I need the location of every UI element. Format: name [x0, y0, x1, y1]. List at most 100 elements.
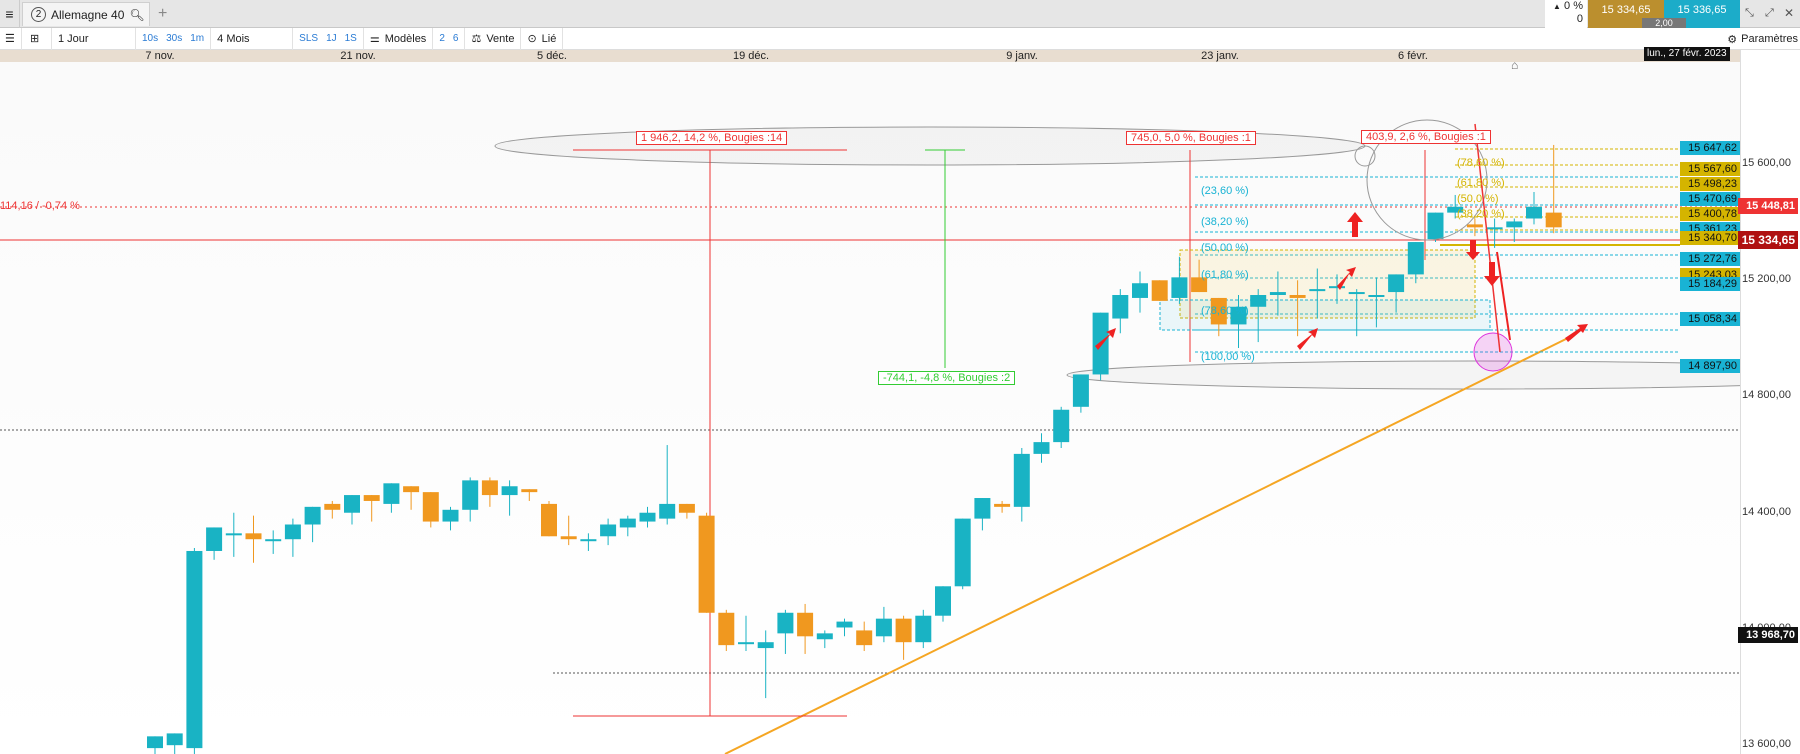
- highlight-circle: [1473, 332, 1513, 372]
- candle-body: [954, 518, 971, 587]
- popout-icon[interactable]: ⤢: [1765, 7, 1774, 20]
- candle: [954, 518, 971, 590]
- price-tick: 15 600,00: [1742, 157, 1791, 169]
- fib-label: (38,20 %): [1201, 216, 1249, 228]
- price-axis[interactable]: ⌂: [1511, 50, 1800, 754]
- chart-tab[interactable]: 2 Allemagne 40 🔍︎: [22, 2, 150, 26]
- candle: [186, 548, 203, 754]
- fib-label: (50,00 %): [1201, 242, 1249, 254]
- period-select[interactable]: 1 Jour: [52, 27, 136, 50]
- candle-body: [1250, 295, 1267, 307]
- change-box: ▲ 0 % 0: [1545, 0, 1587, 28]
- candle-body: [324, 503, 341, 510]
- layout-icon-button[interactable]: ⊞: [22, 27, 52, 50]
- date-label: 19 déc.: [732, 50, 770, 62]
- home-icon[interactable]: ⌂: [1511, 58, 1518, 72]
- measure-label[interactable]: -744,1, -4,8 %, Bougies :2: [878, 371, 1016, 385]
- level-price-tag: 15 400,78: [1680, 207, 1740, 221]
- fib-label: (100,00 %): [1201, 351, 1255, 363]
- date-label: 5 déc.: [537, 50, 567, 62]
- fib-label: (50,0 %): [1457, 193, 1499, 205]
- level-price-tag: 15 647,62: [1680, 141, 1740, 155]
- quick-sls[interactable]: SLS: [295, 33, 322, 44]
- linked-button[interactable]: ⊙ Lié: [521, 27, 564, 50]
- close-icon[interactable]: ✕: [1784, 6, 1794, 20]
- date-label: 7 nov.: [145, 50, 175, 62]
- num-group: 2 6: [433, 27, 466, 50]
- candle-body: [1112, 295, 1129, 319]
- measure-label[interactable]: 403,9, 2,6 %, Bougies :1: [1361, 130, 1491, 144]
- minimize-icon[interactable]: ⤡: [1745, 7, 1754, 20]
- interval-10s[interactable]: 10s: [138, 33, 162, 44]
- candle-body: [1151, 280, 1168, 301]
- price-tick: 15 200,00: [1742, 273, 1791, 285]
- fib-label: (61,80 %): [1457, 177, 1505, 189]
- layout-icon: ⊞: [30, 33, 40, 45]
- alert-line-label: 114,16 / -0,74 %: [0, 200, 80, 212]
- quick-1s[interactable]: 1S: [341, 33, 361, 44]
- tab-title: Allemagne 40: [51, 7, 125, 22]
- tab-number: 2: [31, 7, 46, 22]
- date-label: 9 janv.: [1006, 50, 1038, 62]
- interval-group: 10s 30s 1m: [136, 27, 212, 50]
- date-label: 23 janv.: [1201, 50, 1239, 62]
- candle-body: [1309, 289, 1326, 292]
- candle-body: [738, 642, 754, 645]
- candle-body: [1033, 442, 1050, 454]
- candle-body: [481, 480, 498, 496]
- range-select[interactable]: 4 Mois: [211, 27, 294, 50]
- sell-tool-button[interactable]: ⚖ Vente: [465, 27, 522, 50]
- price-tick: 14 400,00: [1742, 506, 1791, 518]
- candle-body: [1171, 277, 1188, 298]
- fib-label: (78,60 %): [1201, 305, 1249, 317]
- candle-body: [462, 480, 479, 510]
- candle: [541, 500, 557, 537]
- date-axis: 7 nov. 21 nov. 5 déc. 19 déc. 9 janv. 23…: [0, 47, 1740, 62]
- spread-badge: 2,00: [1642, 18, 1686, 28]
- add-tab-button[interactable]: +: [158, 5, 167, 23]
- scale-icon: ⚖: [471, 33, 482, 45]
- interval-1m[interactable]: 1m: [186, 33, 208, 44]
- search-icon[interactable]: 🔍︎: [129, 8, 144, 22]
- settings-label: Paramètres: [1741, 33, 1798, 45]
- candle: [698, 512, 715, 613]
- crosshair-date: lun., 27 févr. 2023: [1644, 47, 1730, 61]
- candle-body: [1466, 224, 1483, 228]
- interval-30s[interactable]: 30s: [162, 33, 186, 44]
- candle-body: [600, 524, 617, 537]
- candle: [1427, 212, 1444, 243]
- candle-body: [225, 533, 242, 536]
- candle: [1053, 406, 1070, 448]
- candle-body: [875, 618, 892, 637]
- linked-label: Lié: [541, 32, 557, 45]
- menu-button[interactable]: ≡: [0, 0, 20, 28]
- candle-body: [1427, 212, 1444, 240]
- quick-1j[interactable]: 1J: [322, 33, 341, 44]
- measure-label[interactable]: 745,0, 5,0 %, Bougies :1: [1126, 131, 1256, 145]
- layout-6[interactable]: 6: [449, 33, 463, 44]
- alert-price-tag: 15 448,81: [1738, 198, 1798, 214]
- measure-label[interactable]: 1 946,2, 14,2 %, Bougies :14: [636, 131, 788, 145]
- models-button[interactable]: ⚌ Modèles: [364, 27, 434, 50]
- candle-body: [816, 633, 833, 640]
- candle-body: [501, 486, 518, 496]
- settings-button[interactable]: ⚙ Paramètres: [1727, 28, 1798, 50]
- triangle-up-icon: ▲: [1553, 2, 1561, 11]
- current-price-tag: 15 334,65: [1738, 231, 1798, 249]
- candle-body: [619, 518, 636, 528]
- candle-body: [147, 736, 163, 749]
- list-icon-button[interactable]: ☰: [0, 27, 22, 50]
- fib-label: (61,80 %): [1201, 269, 1249, 281]
- candle-body: [245, 533, 262, 540]
- candle-body: [383, 483, 400, 504]
- crosshair-price-tag: 13 968,70: [1738, 627, 1798, 643]
- candle-body: [1506, 221, 1523, 228]
- layout-2[interactable]: 2: [435, 33, 449, 44]
- candle-body: [915, 615, 932, 643]
- candle-body: [1269, 292, 1286, 295]
- gear-icon: ⚙: [1727, 33, 1738, 46]
- price-tick: 14 800,00: [1742, 389, 1791, 401]
- candle-body: [678, 503, 695, 513]
- candle-body: [757, 642, 774, 649]
- candle-body: [836, 621, 853, 628]
